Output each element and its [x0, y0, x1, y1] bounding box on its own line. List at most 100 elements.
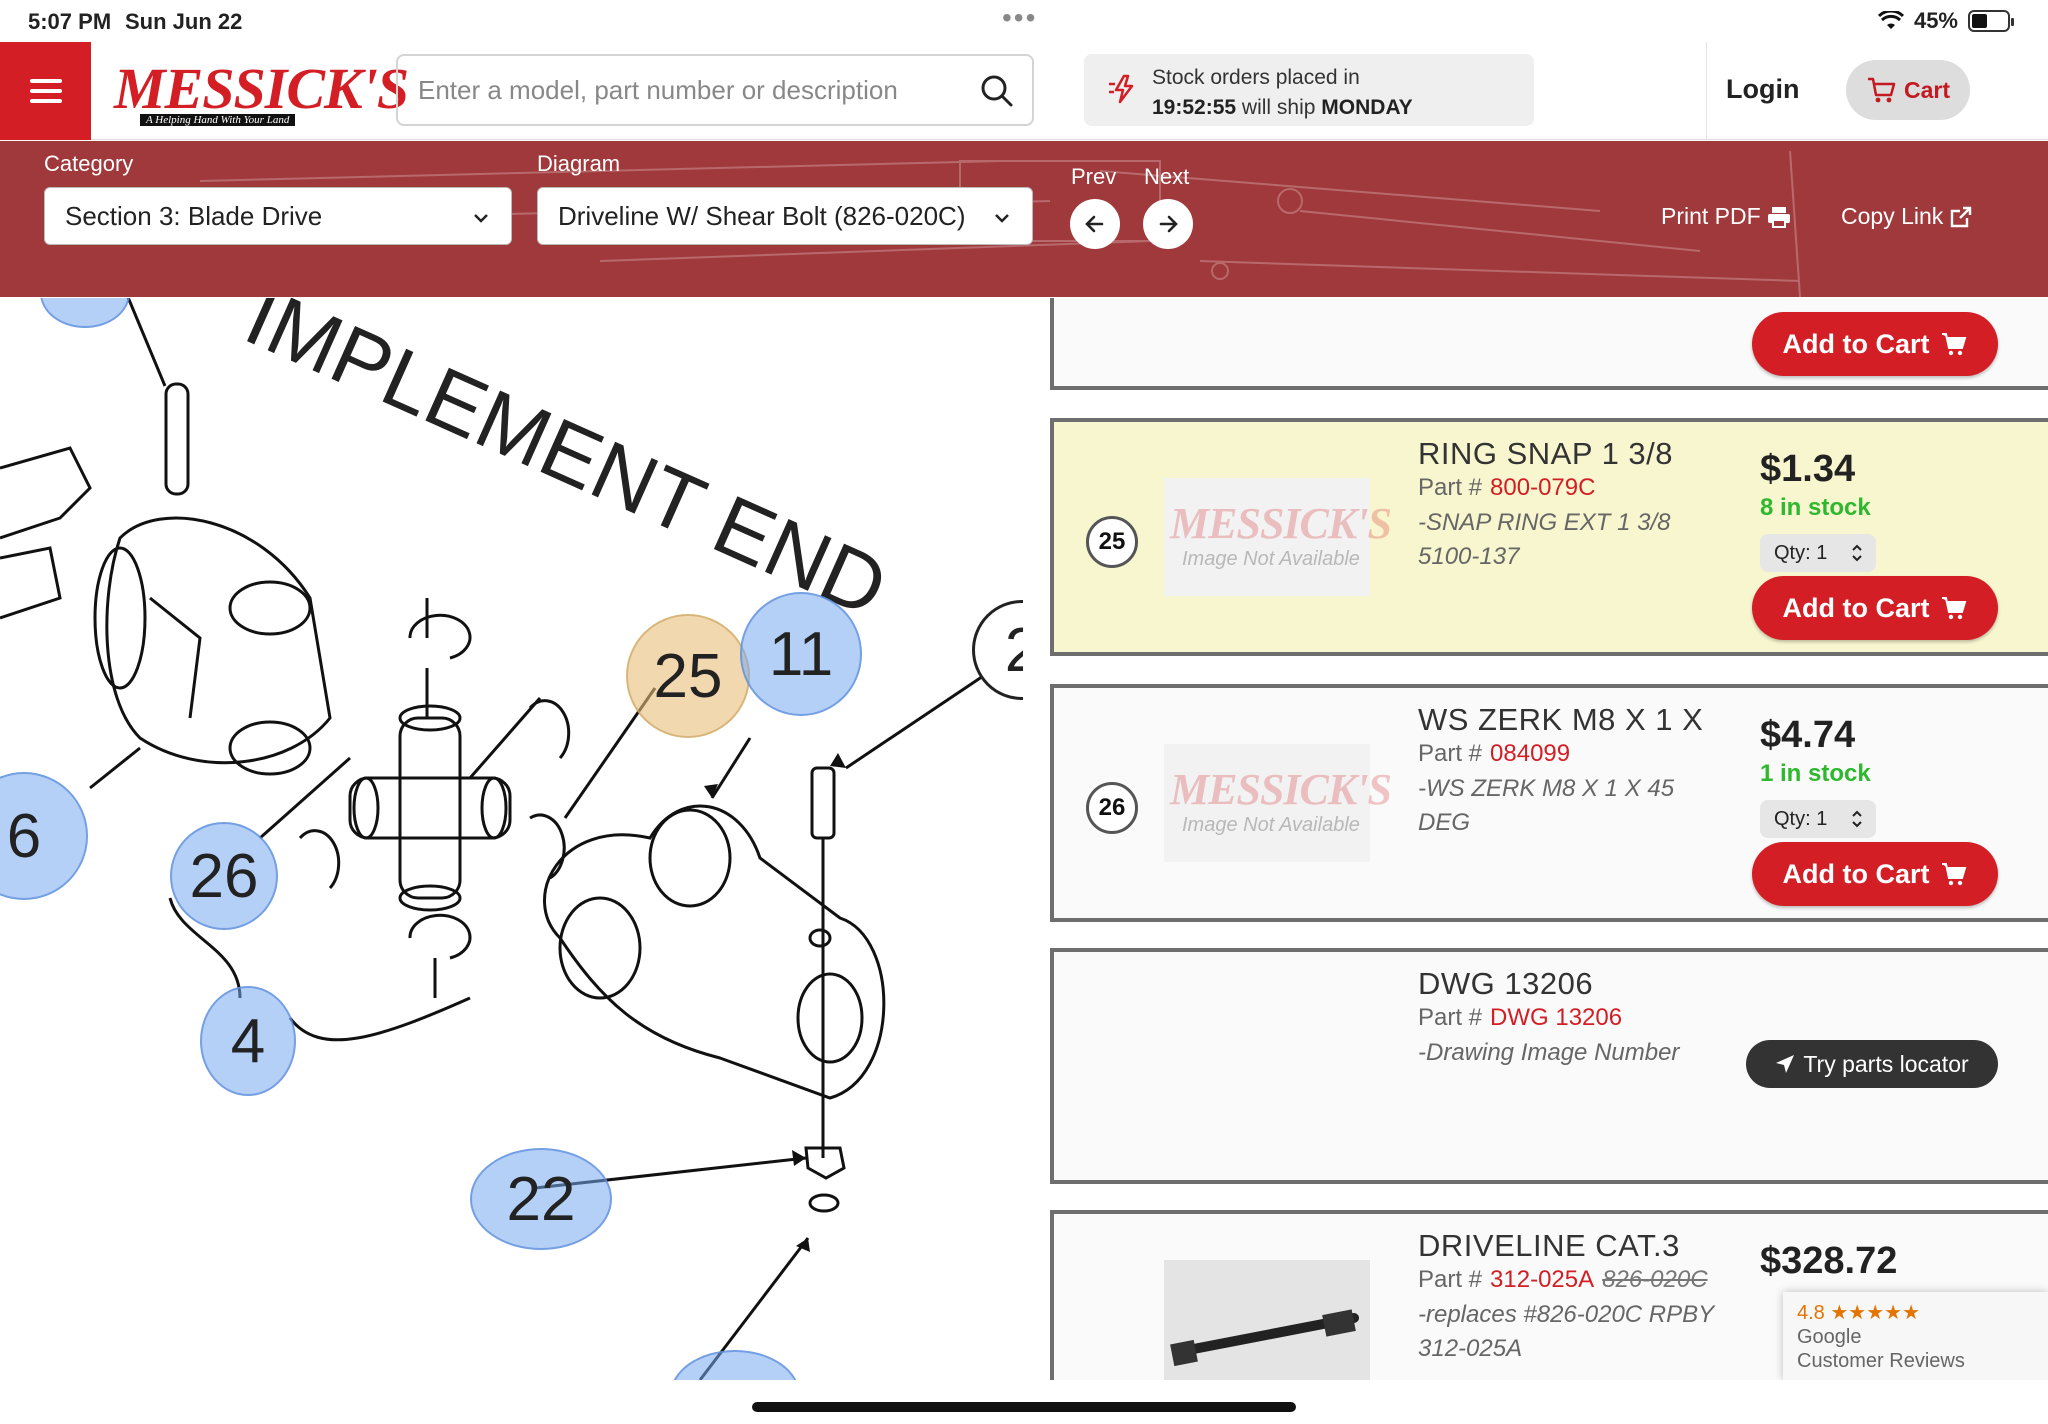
- callout-11[interactable]: 11: [740, 592, 862, 716]
- cart-icon: [1942, 863, 1967, 886]
- callout-22[interactable]: 22: [470, 1148, 612, 1250]
- shipping-notice-line2: 19:52:55 will ship MONDAY: [1152, 96, 1413, 120]
- callout-4[interactable]: 4: [200, 986, 296, 1096]
- battery-percent: 45%: [1913, 8, 1958, 33]
- print-pdf-link[interactable]: Print PDF: [1661, 203, 1791, 230]
- part-card-26[interactable]: 26 MESSICK'S Image Not Available WS ZERK…: [1050, 684, 2048, 922]
- prev-label: Prev: [1071, 164, 1117, 189]
- login-link[interactable]: Login: [1726, 74, 1799, 105]
- copy-link[interactable]: Copy Link: [1841, 203, 1973, 230]
- arrow-right-icon: [1159, 215, 1178, 233]
- part-number-link[interactable]: 800-079C: [1490, 474, 1595, 501]
- part-description: -SNAP RING EXT 1 3/8 5100-137: [1418, 509, 1671, 570]
- quantity-select[interactable]: Qty: 1: [1760, 800, 1876, 838]
- site-logo[interactable]: MESSICK'S A Helping Hand With Your Land: [114, 56, 409, 126]
- part-description: -WS ZERK M8 X 1 X 45 DEG: [1418, 775, 1675, 836]
- quantity-select[interactable]: Qty: 1: [1760, 534, 1876, 572]
- status-bar: 5:07 PM Sun Jun 22 ••• 45%: [0, 0, 2048, 42]
- callout-26[interactable]: 26: [170, 822, 278, 930]
- part-number: Part #800-079C: [1418, 474, 1596, 501]
- next-label: Next: [1144, 164, 1190, 189]
- home-indicator[interactable]: [752, 1402, 1296, 1412]
- prev-button[interactable]: [1070, 199, 1120, 249]
- review-source: Google: [1797, 1326, 1862, 1348]
- part-name[interactable]: RING SNAP 1 3/8: [1418, 436, 1673, 472]
- part-image-placeholder: MESSICK'S Image Not Available: [1164, 478, 1392, 596]
- chevron-down-icon: [995, 214, 1009, 223]
- print-pdf-label: Print PDF: [1661, 203, 1761, 229]
- diagram-heading: IMPLEMENT END: [233, 298, 901, 635]
- add-to-cart-button[interactable]: Add to Cart: [1752, 312, 1998, 376]
- driveline-photo-icon: [1164, 1260, 1370, 1380]
- shipping-notice: Stock orders placed in 19:52:55 will shi…: [1084, 54, 1534, 126]
- part-number-link[interactable]: DWG 13206: [1490, 1004, 1622, 1031]
- shipping-day: MONDAY: [1321, 96, 1413, 119]
- hamburger-icon: [29, 79, 62, 103]
- diagram-select[interactable]: Driveline W/ Shear Bolt (826-020C): [537, 187, 1033, 245]
- part-card-dwg[interactable]: DWG 13206 Part # DWG 13206 -Drawing Image…: [1050, 948, 2048, 1184]
- fast-shipping-icon: [1109, 74, 1134, 104]
- shipping-mid-text: will ship: [1241, 96, 1316, 119]
- home-indicator-bar: [0, 1380, 2048, 1424]
- location-arrow-icon: [1776, 1055, 1795, 1073]
- part-card-25[interactable]: 25 MESSICK'S Image Not Available RING SN…: [1050, 418, 2048, 656]
- part-photo: [1164, 1260, 1370, 1380]
- part-price: $328.72: [1760, 1240, 1898, 1282]
- add-to-cart-button[interactable]: Add to Cart: [1752, 842, 1998, 906]
- multitask-dots-icon[interactable]: •••: [1002, 2, 1037, 34]
- category-select[interactable]: Section 3: Blade Drive: [44, 187, 512, 245]
- diagram-label: Diagram: [537, 151, 621, 176]
- printer-icon: [1767, 206, 1790, 228]
- category-label: Category: [44, 151, 134, 176]
- part-card: Add to Cart: [1050, 298, 2048, 390]
- header-divider: [1706, 42, 1707, 140]
- category-value: Section 3: Blade Drive: [65, 200, 323, 231]
- review-label: Customer Reviews: [1797, 1350, 1965, 1372]
- add-to-cart-button[interactable]: Add to Cart: [1752, 576, 1998, 640]
- cart-icon: [1867, 77, 1896, 103]
- callout-25[interactable]: 25: [626, 614, 750, 738]
- next-button[interactable]: [1143, 199, 1193, 249]
- google-reviews-badge[interactable]: 4.8 ★★★★★ Google Customer Reviews: [1783, 1292, 2048, 1380]
- parts-diagram[interactable]: IMPLEMENT END 6 26 4 25 11 22 2: [0, 298, 1023, 1380]
- search-icon[interactable]: [980, 74, 1014, 108]
- part-number: Part #312-025A 826-020C: [1418, 1266, 1708, 1293]
- part-price: $4.74: [1760, 714, 1856, 756]
- part-name[interactable]: DRIVELINE CAT.3: [1418, 1228, 1680, 1264]
- shipping-notice-line1: Stock orders placed in: [1152, 66, 1360, 89]
- star-rating-icon: ★★★★★: [1830, 1302, 1921, 1324]
- logo-text: MESSICK'S: [114, 56, 409, 121]
- search-placeholder: Enter a model, part number or descriptio…: [418, 74, 898, 105]
- cart-label: Cart: [1903, 76, 1950, 103]
- part-name[interactable]: DWG 13206: [1418, 966, 1593, 1002]
- updown-icon: [1852, 810, 1862, 828]
- status-date: Sun Jun 22: [125, 9, 243, 34]
- stock-status: 1 in stock: [1760, 760, 1871, 787]
- part-name[interactable]: WS ZERK M8 X 1 X: [1418, 702, 1703, 738]
- menu-button[interactable]: [0, 42, 91, 140]
- part-description: -replaces #826-020C RPBY 312-025A: [1418, 1301, 1714, 1362]
- part-number-link[interactable]: 084099: [1490, 740, 1570, 767]
- parts-locator-button[interactable]: Try parts locator: [1746, 1040, 1998, 1088]
- status-time: 5:07 PM: [28, 9, 112, 34]
- shipping-countdown: 19:52:55: [1152, 96, 1237, 119]
- review-rating: 4.8 ★★★★★: [1797, 1302, 1921, 1324]
- diagram-toolbar: Category Section 3: Blade Drive Diagram …: [0, 141, 2048, 297]
- updown-icon: [1852, 544, 1862, 562]
- search-input[interactable]: Enter a model, part number or descriptio…: [396, 54, 1034, 126]
- part-description: -Drawing Image Number: [1418, 1039, 1680, 1066]
- diagram-value: Driveline W/ Shear Bolt (826-020C): [558, 200, 966, 231]
- part-image-placeholder: MESSICK'S Image Not Available: [1164, 744, 1392, 862]
- logo-tagline: A Helping Hand With Your Land: [140, 114, 296, 126]
- old-part-number: 826-020C: [1602, 1266, 1708, 1293]
- part-number: Part #084099: [1418, 740, 1571, 767]
- parts-list: Add to Cart 25 MESSICK'S Image Not Avail…: [1024, 298, 2048, 1380]
- part-price: $1.34: [1760, 448, 1856, 490]
- stock-status: 8 in stock: [1760, 494, 1871, 521]
- copy-link-label: Copy Link: [1841, 203, 1944, 229]
- cart-button[interactable]: Cart: [1846, 60, 1970, 120]
- part-number-link[interactable]: 312-025A: [1490, 1266, 1594, 1293]
- part-number-badge: 25: [1086, 516, 1138, 568]
- part-number: Part # DWG 13206: [1418, 1004, 1623, 1031]
- part-number-badge: 26: [1086, 782, 1138, 834]
